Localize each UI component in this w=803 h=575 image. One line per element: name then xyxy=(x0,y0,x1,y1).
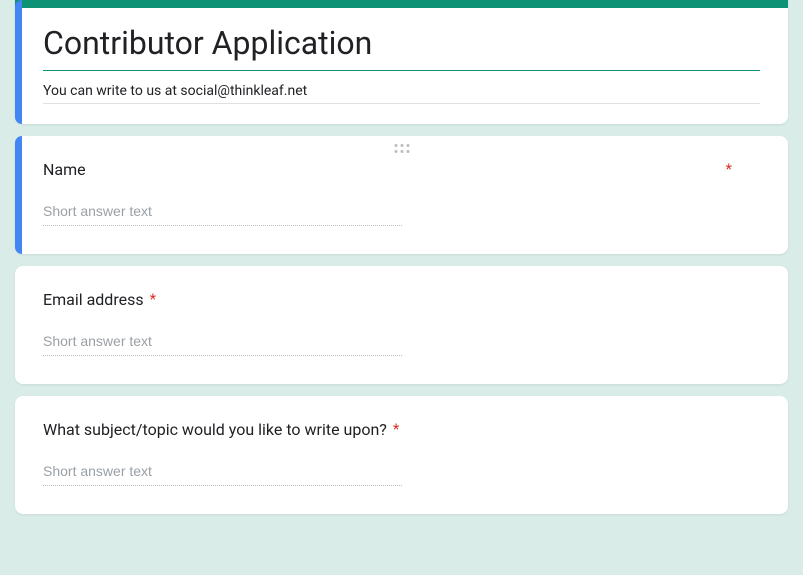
question-label[interactable]: Email address xyxy=(43,290,144,309)
question-card-email[interactable]: Email address * xyxy=(15,266,788,384)
question-card-subject[interactable]: What subject/topic would you like to wri… xyxy=(15,396,788,514)
short-answer-input xyxy=(43,201,402,226)
drag-handle-icon[interactable] xyxy=(394,144,409,153)
selection-left-bar xyxy=(15,136,22,254)
short-answer-input xyxy=(43,331,402,356)
form-title[interactable]: Contributor Application xyxy=(43,24,760,71)
required-indicator: * xyxy=(393,420,399,438)
form-header-card[interactable]: Contributor Application You can write to… xyxy=(15,0,788,124)
question-label[interactable]: Name xyxy=(43,160,720,179)
theme-top-bar xyxy=(15,0,788,8)
question-label[interactable]: What subject/topic would you like to wri… xyxy=(43,420,387,439)
required-indicator: * xyxy=(726,160,732,178)
question-card-name[interactable]: Name * xyxy=(15,136,788,254)
required-indicator: * xyxy=(150,290,156,308)
form-description[interactable]: You can write to us at social@thinkleaf.… xyxy=(43,83,760,104)
short-answer-input xyxy=(43,461,402,486)
selection-left-bar xyxy=(15,0,22,124)
